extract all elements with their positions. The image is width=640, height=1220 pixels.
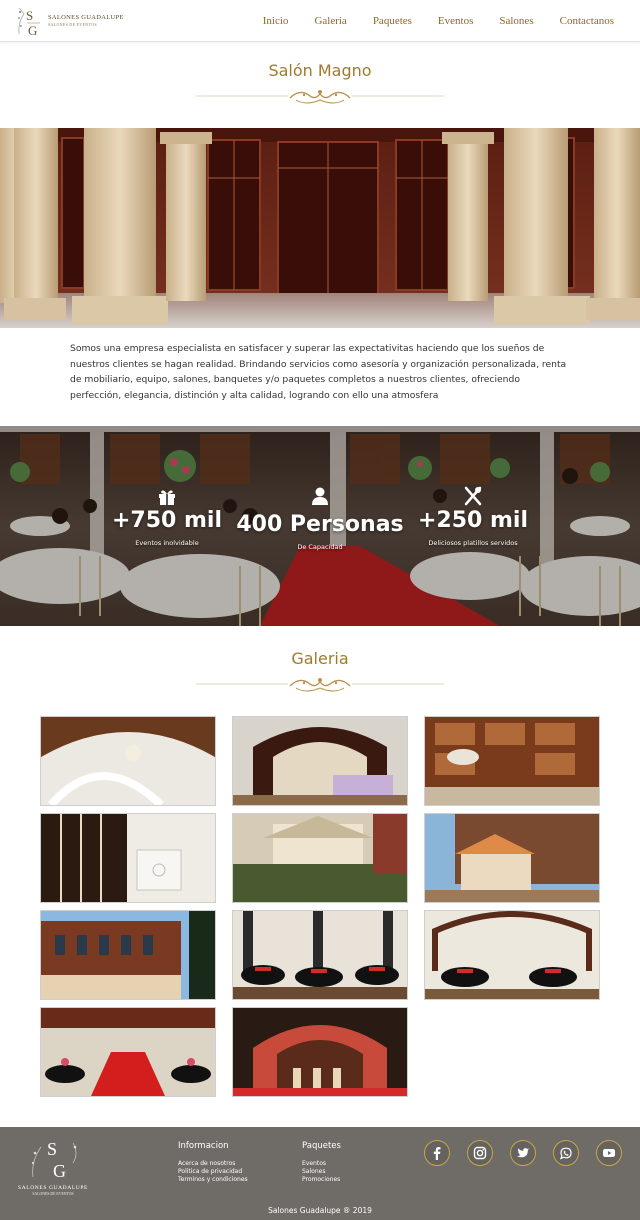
svg-text:G: G <box>28 23 37 38</box>
nav-galeria[interactable]: Galeria <box>314 15 346 27</box>
nav-paquetes[interactable]: Paquetes <box>373 15 412 27</box>
footer-logo[interactable]: S G SALONES GUADALUPE SALONES DE EVENTOS <box>16 1133 90 1203</box>
utensils-icon <box>383 486 563 506</box>
footer-brand-tagline: SALONES DE EVENTOS <box>32 1192 74 1196</box>
gallery-photo-10[interactable] <box>40 1007 216 1097</box>
gallery-photo-6[interactable] <box>424 813 600 903</box>
nav-salones[interactable]: Salones <box>499 15 533 27</box>
footer-brand-name: SALONES GUADALUPE <box>18 1185 88 1191</box>
svg-text:S: S <box>26 8 33 23</box>
footer-packages-column: Paquetes Eventos Salones Promociones <box>302 1141 341 1184</box>
whatsapp-icon[interactable] <box>553 1140 579 1166</box>
title-ornament-icon <box>196 86 444 108</box>
twitter-icon[interactable] <box>510 1140 536 1166</box>
facebook-icon[interactable] <box>424 1140 450 1166</box>
top-navbar: S G SALONES GUADALUPE SALONES DE EVENTOS… <box>0 0 640 42</box>
brand-tagline: SALONES DE EVENTOS <box>48 22 97 28</box>
nav-inicio[interactable]: Inicio <box>263 15 289 27</box>
salon-description: Somos una empresa especialista en satisf… <box>70 343 567 401</box>
gallery-photo-1[interactable] <box>40 716 216 806</box>
brand-name: SALONES GUADALUPE <box>48 13 124 21</box>
site-footer: S G SALONES GUADALUPE SALONES DE EVENTOS… <box>0 1127 640 1220</box>
footer-logo-monogram-icon: S G <box>31 1139 77 1181</box>
brand-logo[interactable]: S G SALONES GUADALUPE SALONES DE EVENTOS <box>16 3 126 39</box>
footer-link-privacy[interactable]: Politica de privacidad <box>178 1168 248 1176</box>
gallery-photo-2[interactable] <box>232 716 408 806</box>
footer-link-salones[interactable]: Salones <box>302 1168 341 1176</box>
main-menu: Inicio Galeria Paquetes Eventos Salones … <box>263 0 614 42</box>
footer-link-eventos[interactable]: Eventos <box>302 1160 341 1168</box>
svg-text:S: S <box>47 1139 57 1159</box>
stat-dishes: +250 mil Deliciosos platillos servidos <box>383 486 563 547</box>
footer-link-promociones[interactable]: Promociones <box>302 1176 341 1184</box>
gallery-photo-5[interactable] <box>232 813 408 903</box>
stats-band: +750 mil Eventos inolvidable 400 Persona… <box>0 426 640 626</box>
logo-monogram-icon: S G <box>16 4 44 38</box>
stat-dishes-label: Deliciosos platillos servidos <box>428 539 518 547</box>
gallery-photo-7[interactable] <box>40 910 216 1000</box>
gallery-ornament-icon <box>196 674 444 696</box>
gallery-photo-3[interactable] <box>424 716 600 806</box>
gallery-title: Galeria <box>291 649 349 668</box>
gallery-photo-4[interactable] <box>40 813 216 903</box>
instagram-icon[interactable] <box>467 1140 493 1166</box>
footer-info-heading: Informacion <box>178 1141 229 1151</box>
stat-dishes-value: +250 mil <box>417 508 529 533</box>
gallery-photo-8[interactable] <box>232 910 408 1000</box>
salon-title: Salón Magno <box>268 61 372 80</box>
svg-text:G: G <box>53 1161 66 1179</box>
salon-hero-photo <box>0 128 640 328</box>
copyright-text: Salones Guadalupe ® 2019 <box>268 1206 372 1215</box>
nav-eventos[interactable]: Eventos <box>438 15 473 27</box>
gallery-photo-9[interactable] <box>424 910 600 1000</box>
gallery-photo-11[interactable] <box>232 1007 408 1097</box>
social-links <box>424 1140 639 1166</box>
footer-link-terms[interactable]: Terminos y condiciones <box>178 1176 248 1184</box>
footer-packages-heading: Paquetes <box>302 1141 341 1151</box>
footer-info-column: Informacion Acerca de nosotros Politica … <box>178 1141 248 1184</box>
youtube-icon[interactable] <box>596 1140 622 1166</box>
footer-link-about[interactable]: Acerca de nosotros <box>178 1160 248 1168</box>
nav-contactanos[interactable]: Contactanos <box>560 15 614 27</box>
